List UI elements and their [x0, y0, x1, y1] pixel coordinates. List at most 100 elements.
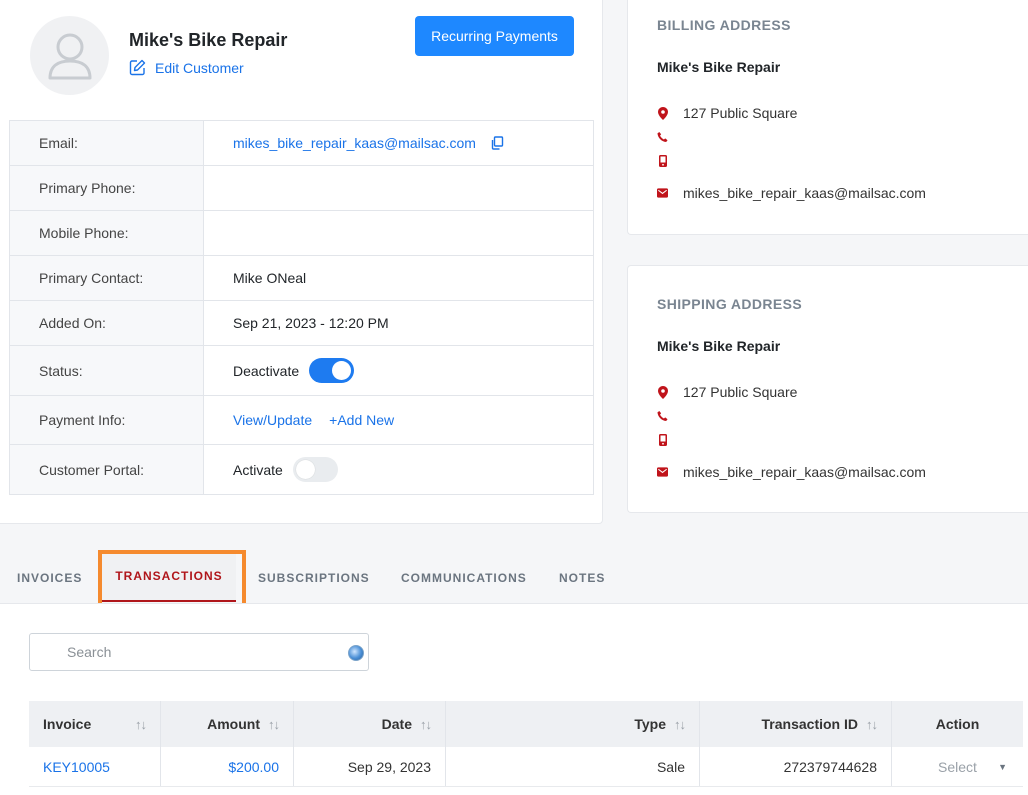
- envelope-icon: [657, 467, 668, 477]
- tab-transactions[interactable]: TRANSACTIONS: [102, 552, 236, 602]
- payment-info-label: Payment Info:: [10, 396, 204, 444]
- action-select-value: Select: [938, 758, 977, 775]
- shipping-address-title: SHIPPING ADDRESS: [657, 296, 803, 312]
- shipping-name: Mike's Bike Repair: [657, 338, 781, 354]
- customer-avatar: [30, 16, 109, 95]
- column-header-transaction-id[interactable]: Transaction ID ↑↓: [700, 701, 892, 747]
- cell-transaction-id: 272379744628: [700, 747, 892, 786]
- toggle-knob: [295, 460, 315, 479]
- primary-contact-value: Mike ONeal: [233, 270, 307, 286]
- email-label: Email:: [10, 121, 204, 165]
- column-label: Transaction ID: [761, 716, 858, 732]
- customer-portal-cell: Activate: [204, 445, 593, 494]
- customer-name: Mike's Bike Repair: [129, 30, 288, 50]
- add-new-payment-link[interactable]: +Add New: [329, 412, 394, 428]
- column-header-amount[interactable]: Amount ↑↓: [161, 701, 294, 747]
- info-row-mobile-phone: Mobile Phone:: [10, 211, 593, 256]
- shipping-street: 127 Public Square: [683, 384, 798, 400]
- added-on-label: Added On:: [10, 301, 204, 345]
- column-header-action: Action: [892, 701, 1023, 747]
- column-header-type[interactable]: Type ↑↓: [446, 701, 700, 747]
- customer-portal-toggle[interactable]: [292, 457, 338, 482]
- search-box: [29, 633, 369, 671]
- search-input[interactable]: [67, 644, 367, 660]
- portal-toggle-label: Activate: [233, 461, 283, 478]
- transactions-table: Invoice ↑↓ Amount ↑↓ Date ↑↓ Type ↑↓ Transac…: [29, 701, 1023, 787]
- transactions-panel: Invoice ↑↓ Amount ↑↓ Date ↑↓ Type ↑↓ Transac…: [0, 603, 1028, 795]
- column-label: Action: [935, 716, 980, 732]
- email-link[interactable]: mikes_bike_repair_kaas@mailsac.com: [233, 135, 476, 151]
- recurring-payments-button[interactable]: Recurring Payments: [415, 16, 574, 56]
- table-header: Invoice ↑↓ Amount ↑↓ Date ↑↓ Type ↑↓ Transac…: [29, 701, 1023, 747]
- mobile-icon: [657, 155, 668, 167]
- info-row-added-on: Added On: Sep 21, 2023 - 12:20 PM: [10, 301, 593, 346]
- cell-invoice: KEY10005: [29, 747, 161, 786]
- tab-invoices[interactable]: INVOICES: [17, 552, 82, 604]
- mobile-phone-label: Mobile Phone:: [10, 211, 204, 255]
- envelope-icon: [657, 188, 668, 198]
- view-update-link[interactable]: View/Update: [233, 412, 312, 428]
- customer-tabs: INVOICES TRANSACTIONS SUBSCRIPTIONS COMM…: [0, 552, 1028, 604]
- added-on-value: Sep 21, 2023 - 12:20 PM: [233, 315, 389, 331]
- billing-street: 127 Public Square: [683, 105, 798, 121]
- tab-subscriptions[interactable]: SUBSCRIPTIONS: [258, 552, 370, 604]
- customer-info-table: Email: mikes_bike_repair_kaas@mailsac.co…: [9, 120, 594, 495]
- search-icon[interactable]: [348, 645, 364, 661]
- amount-link[interactable]: $200.00: [228, 759, 279, 775]
- primary-contact-label: Primary Contact:: [10, 256, 204, 300]
- column-label: Date: [381, 716, 412, 732]
- primary-phone-label: Primary Phone:: [10, 166, 204, 210]
- edit-icon: [129, 59, 146, 76]
- status-toggle[interactable]: [309, 358, 355, 383]
- location-pin-icon: [657, 385, 668, 399]
- billing-email-line: mikes_bike_repair_kaas@mailsac.com: [657, 185, 926, 201]
- customer-portal-label: Customer Portal:: [10, 445, 204, 494]
- info-row-primary-contact: Primary Contact: Mike ONeal: [10, 256, 593, 301]
- billing-email: mikes_bike_repair_kaas@mailsac.com: [683, 185, 926, 201]
- copy-icon[interactable]: [490, 136, 504, 150]
- column-label: Type: [634, 716, 666, 732]
- shipping-email-line: mikes_bike_repair_kaas@mailsac.com: [657, 464, 926, 480]
- customer-card: Mike's Bike Repair Edit Customer Recurri…: [0, 0, 603, 524]
- shipping-street-line: 127 Public Square: [657, 384, 797, 400]
- tab-communications[interactable]: COMMUNICATIONS: [401, 552, 527, 604]
- status-value-cell: Deactivate: [204, 346, 593, 395]
- info-row-payment: Payment Info: View/Update +Add New: [10, 396, 593, 445]
- email-value-cell: mikes_bike_repair_kaas@mailsac.com: [204, 121, 593, 165]
- mobile-phone-value: [204, 211, 593, 255]
- phone-icon: [657, 131, 668, 143]
- sort-icon: ↑↓: [135, 716, 147, 732]
- column-label: Amount: [207, 716, 260, 732]
- primary-phone-value: [204, 166, 593, 210]
- table-row: KEY10005 $200.00 Sep 29, 2023 Sale 27237…: [29, 747, 1023, 787]
- shipping-phone-line: [657, 410, 683, 422]
- chevron-down-icon: ▼: [998, 761, 1007, 772]
- sort-icon: ↑↓: [420, 716, 432, 732]
- shipping-email: mikes_bike_repair_kaas@mailsac.com: [683, 464, 926, 480]
- column-header-date[interactable]: Date ↑↓: [294, 701, 446, 747]
- edit-customer-link[interactable]: Edit Customer: [129, 59, 244, 76]
- column-header-invoice[interactable]: Invoice ↑↓: [29, 701, 161, 747]
- toggle-knob: [332, 361, 352, 380]
- billing-address-title: BILLING ADDRESS: [657, 17, 791, 33]
- status-toggle-label: Deactivate: [233, 362, 300, 379]
- phone-icon: [657, 410, 668, 422]
- info-row-email: Email: mikes_bike_repair_kaas@mailsac.co…: [10, 121, 593, 166]
- payment-info-cell: View/Update +Add New: [204, 396, 593, 444]
- info-row-customer-portal: Customer Portal: Activate: [10, 445, 593, 494]
- billing-phone-line: [657, 131, 683, 143]
- shipping-address-card: SHIPPING ADDRESS Mike's Bike Repair 127 …: [627, 265, 1028, 513]
- billing-name: Mike's Bike Repair: [657, 59, 781, 75]
- action-select[interactable]: Select ▼: [892, 747, 1023, 786]
- billing-mobile-line: [657, 155, 683, 167]
- location-pin-icon: [657, 106, 668, 120]
- cell-type: Sale: [446, 747, 700, 786]
- edit-customer-label: Edit Customer: [155, 59, 244, 76]
- sort-icon: ↑↓: [866, 716, 878, 732]
- cell-date: Sep 29, 2023: [294, 747, 446, 786]
- info-row-primary-phone: Primary Phone:: [10, 166, 593, 211]
- tab-notes[interactable]: NOTES: [559, 552, 605, 604]
- invoice-link[interactable]: KEY10005: [43, 759, 110, 775]
- info-row-status: Status: Deactivate: [10, 346, 593, 396]
- cell-amount: $200.00: [161, 747, 294, 786]
